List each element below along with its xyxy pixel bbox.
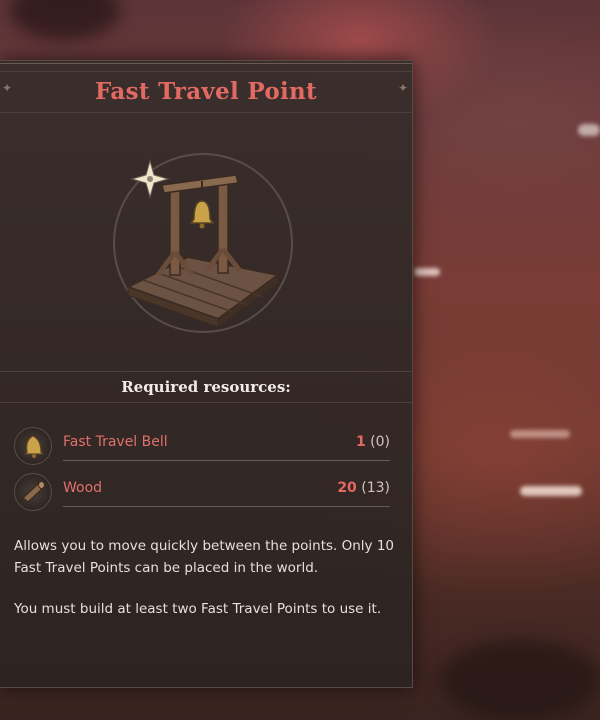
fast-travel-point-panel: ✦ ✦ Fast Travel Point Required resources…: [0, 60, 413, 688]
background-rock: [440, 640, 600, 720]
description-paragraph-2: You must build at least two Fast Travel …: [14, 601, 382, 617]
required-resources-label: Required resources:: [121, 378, 291, 396]
resource-quantity: 1 (0): [356, 434, 390, 450]
background-light-streak: [510, 430, 570, 438]
resource-row-fast-travel-bell: Fast Travel Bell 1 (0): [14, 427, 390, 465]
background-light-streak: [414, 268, 440, 276]
resource-divider: [63, 460, 390, 461]
bell-gallows-icon: [125, 159, 281, 328]
owned-amount: (0): [370, 434, 390, 450]
resource-divider: [63, 506, 390, 507]
panel-title: Fast Travel Point: [95, 78, 317, 105]
required-amount: 1: [355, 434, 366, 450]
resource-name: Fast Travel Bell: [63, 434, 168, 450]
resource-row-wood: Wood 20 (13): [14, 473, 390, 511]
background-tree-silhouette: [10, 0, 120, 40]
panel-border: [0, 63, 412, 64]
background-light-streak: [578, 124, 600, 136]
description-paragraph-1: Allows you to move quickly between the p…: [14, 538, 394, 576]
required-amount: 20: [337, 480, 357, 496]
resource-name: Wood: [63, 480, 103, 496]
background-light-streak: [520, 486, 582, 496]
bell-icon: [14, 427, 52, 465]
wood-log-icon: [14, 473, 52, 511]
owned-amount: (13): [361, 480, 390, 496]
resource-quantity: 20 (13): [337, 480, 390, 496]
